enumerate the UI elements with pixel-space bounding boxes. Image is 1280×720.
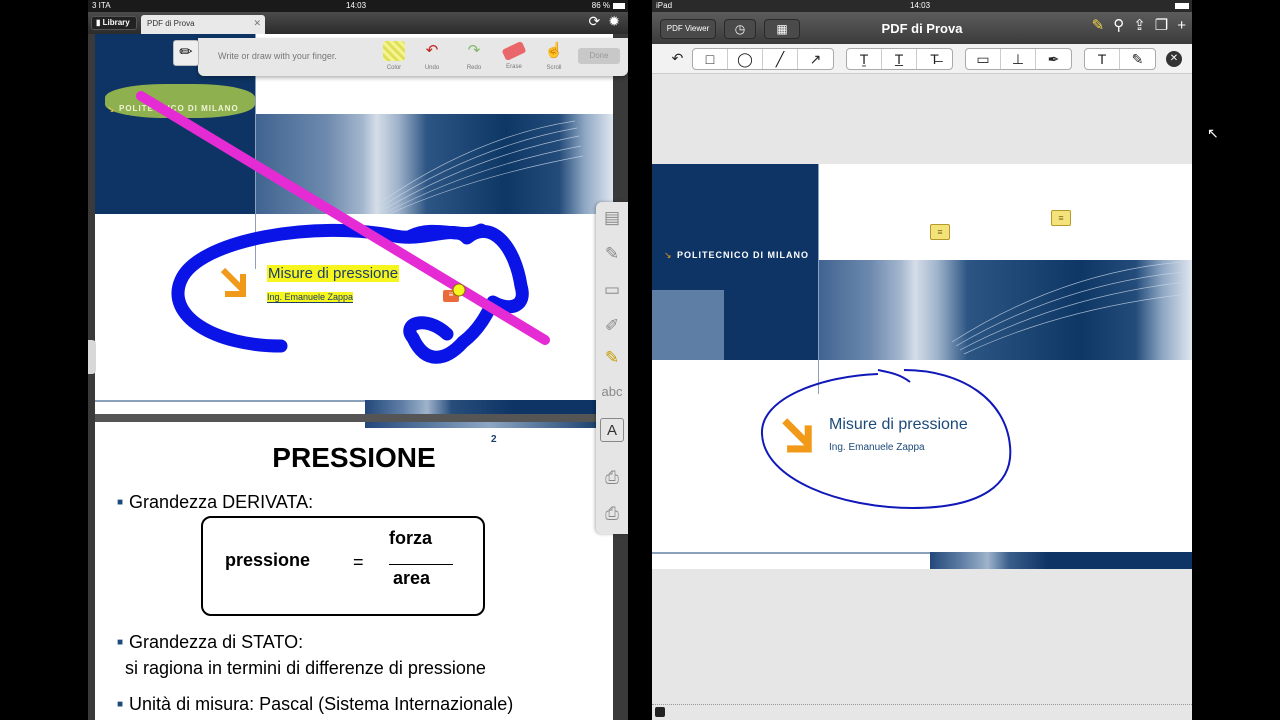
bullet-state: ■ Grandezza di STATO: <box>117 632 304 652</box>
undo-icon[interactable]: ↶ <box>660 48 695 68</box>
tab-bar: ▮ Library PDF di Prova ✕ ⟳ ✹ <box>88 12 628 34</box>
strikeout-icon[interactable]: T̶ <box>917 49 952 69</box>
comment-icon[interactable]: ▭ <box>966 49 1001 69</box>
clock: 14:03 <box>346 1 367 10</box>
mouse-cursor-icon: ↖ <box>1207 125 1219 141</box>
document-tab[interactable]: PDF di Prova ✕ <box>141 15 265 34</box>
close-toolbar-icon[interactable]: ✕ <box>1166 51 1182 67</box>
document-tab-label: PDF di Prova <box>147 19 195 28</box>
footer-stripes-right <box>930 552 1192 569</box>
freehand-icon[interactable]: ✎ <box>1120 49 1155 69</box>
formula-denominator: area <box>393 568 431 588</box>
underline-icon[interactable]: T̲ <box>882 49 917 69</box>
text-underline-box-icon[interactable]: Ṯ <box>847 49 882 69</box>
slide-heading: PRESSIONE <box>272 442 436 473</box>
formula-lhs: pressione <box>225 550 311 570</box>
battery-icon <box>613 3 625 9</box>
ruler-tool-icon[interactable]: ▭ <box>600 278 624 302</box>
status-bar-right: iPad 14:03 <box>652 0 1192 12</box>
freehand-ink-layer <box>136 91 550 364</box>
color-swatch-icon <box>383 41 405 61</box>
ellipse-icon[interactable]: ◯ <box>728 49 763 69</box>
clock-right: 14:03 <box>910 1 931 10</box>
pencil-mode-icon[interactable]: ✏ <box>173 40 199 66</box>
left-ipad-screen: 3 ITA 14:03 86 % ▮ Library PDF di Prova … <box>88 0 628 720</box>
carrier-label: 3 ITA <box>92 1 111 10</box>
printer-tool-icon[interactable]: ⎙ <box>600 502 624 526</box>
gear-icon[interactable]: ✹ <box>608 13 620 29</box>
pen-nib-icon[interactable]: ✒ <box>1036 49 1071 69</box>
note-tool-icon[interactable]: ▤ <box>600 206 624 230</box>
library-button[interactable]: ▮ Library <box>91 16 137 30</box>
undo-button[interactable]: ↶ Undo <box>414 40 450 74</box>
bullet-derived: ■ Grandezza DERIVATA: <box>117 492 314 512</box>
page2-header-stripes <box>365 422 613 428</box>
pdf-page-1: ↘ POLITECNICO DI MILANO Misure di pressi… <box>95 34 613 414</box>
battery-label: 86 % <box>591 1 610 10</box>
annotation-toolbar: ↶ □ ◯ ╱ ↗ Ṯ T̲ T̶ ▭ ⊥ ✒ T ✎ ✕ <box>652 44 1192 74</box>
device-label: iPad <box>656 1 673 10</box>
done-button[interactable]: Done <box>578 48 620 64</box>
formula-numerator: forza <box>389 528 433 548</box>
stamp-icon[interactable]: ⊥ <box>1001 49 1036 69</box>
hand-icon: ☝ <box>544 42 564 59</box>
formula-equals: = <box>353 552 364 572</box>
status-bar: 3 ITA 14:03 86 % <box>88 0 628 12</box>
rectangle-icon[interactable]: □ <box>693 49 728 69</box>
fraction-bar <box>389 564 453 565</box>
right-ipad-screen: iPad 14:03 PDF Viewer ◷ ▦ ✎ ⚲ ⇪ ❐ + PDF di P… <box>652 0 1192 720</box>
bullet-state-detail: si ragiona in termini di differenze di p… <box>125 658 486 678</box>
ink-circle-layer <box>760 369 1012 510</box>
line-icon[interactable]: ╱ <box>763 49 798 69</box>
scrubber-handle[interactable] <box>655 707 665 717</box>
scroll-button[interactable]: ☝ Scroll <box>536 40 572 74</box>
eraser-icon <box>501 40 527 62</box>
formula-box: pressione = forza area <box>201 516 485 616</box>
redo-icon: ↷ <box>467 42 481 59</box>
undo-icon: ↶ <box>425 42 439 59</box>
highlighter-tool-icon[interactable]: ✎ <box>600 346 624 370</box>
battery-icon-right <box>1175 3 1189 9</box>
abc-text-tool[interactable]: abc <box>600 380 624 404</box>
drawing-hint: Write or draw with your finger. <box>218 51 337 61</box>
page-scrubber[interactable] <box>652 704 1192 720</box>
pdf-page-right: ↘ POLITECNICO DI MILANO ≡ ≡ Misure di pr… <box>652 164 1192 569</box>
close-tab-icon[interactable]: ✕ <box>253 18 261 29</box>
arrow-icon[interactable]: ↗ <box>798 49 833 69</box>
color-button[interactable]: Color <box>376 40 412 74</box>
redo-button[interactable]: ↷ Redo <box>456 40 492 74</box>
pencil-tool-icon[interactable]: ✐ <box>600 314 624 338</box>
bullet-units: ■ Unità di misura: Pascal (Sistema Intern… <box>117 694 514 714</box>
drawing-toolbar: Write or draw with your finger. Color ↶ U… <box>198 38 628 76</box>
pdf-page-2: 2 PRESSIONE ■ Grandezza DERIVATA: pressio… <box>95 422 613 720</box>
document-title: PDF di Prova <box>881 21 963 36</box>
text-icon[interactable]: T <box>1085 49 1120 69</box>
erase-button[interactable]: Erase <box>496 40 532 74</box>
sync-icon[interactable]: ⟳ <box>589 13 601 29</box>
pen-tool-icon[interactable]: ✎ <box>600 242 624 266</box>
stamp-tool-icon[interactable]: ⎙ <box>600 466 624 490</box>
annotation-tool-palette: ▤ ✎ ▭ ✐ ✎ abc A ⎙ ⎙ <box>596 202 628 534</box>
text-box-tool-icon[interactable]: A <box>600 418 624 442</box>
page-handle[interactable] <box>88 340 96 374</box>
